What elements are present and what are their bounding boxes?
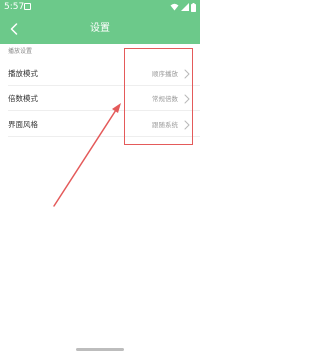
home-indicator[interactable] — [76, 348, 124, 351]
signal-icon — [181, 3, 189, 11]
status-bar: 5:57 — [0, 0, 200, 14]
page-title: 设置 — [90, 23, 110, 34]
row-label: 界面风格 — [8, 120, 38, 129]
app-header: 设置 — [0, 14, 200, 44]
wifi-icon — [170, 3, 179, 11]
battery-icon — [191, 2, 196, 12]
system-nav-bar — [0, 342, 200, 356]
section-header: 播放设置 — [8, 48, 33, 55]
row-label: 倍数模式 — [8, 94, 38, 103]
settings-screen: 5:57 设置 播放设置 播放模式 顺序播放 倍数模式 常规倍数 界面风格 跟随… — [0, 0, 200, 356]
notification-icon — [24, 3, 31, 10]
annotation-highlight-box — [124, 48, 193, 145]
row-label: 播放模式 — [8, 69, 38, 78]
status-icons — [170, 2, 196, 12]
status-time: 5:57 — [4, 2, 25, 12]
